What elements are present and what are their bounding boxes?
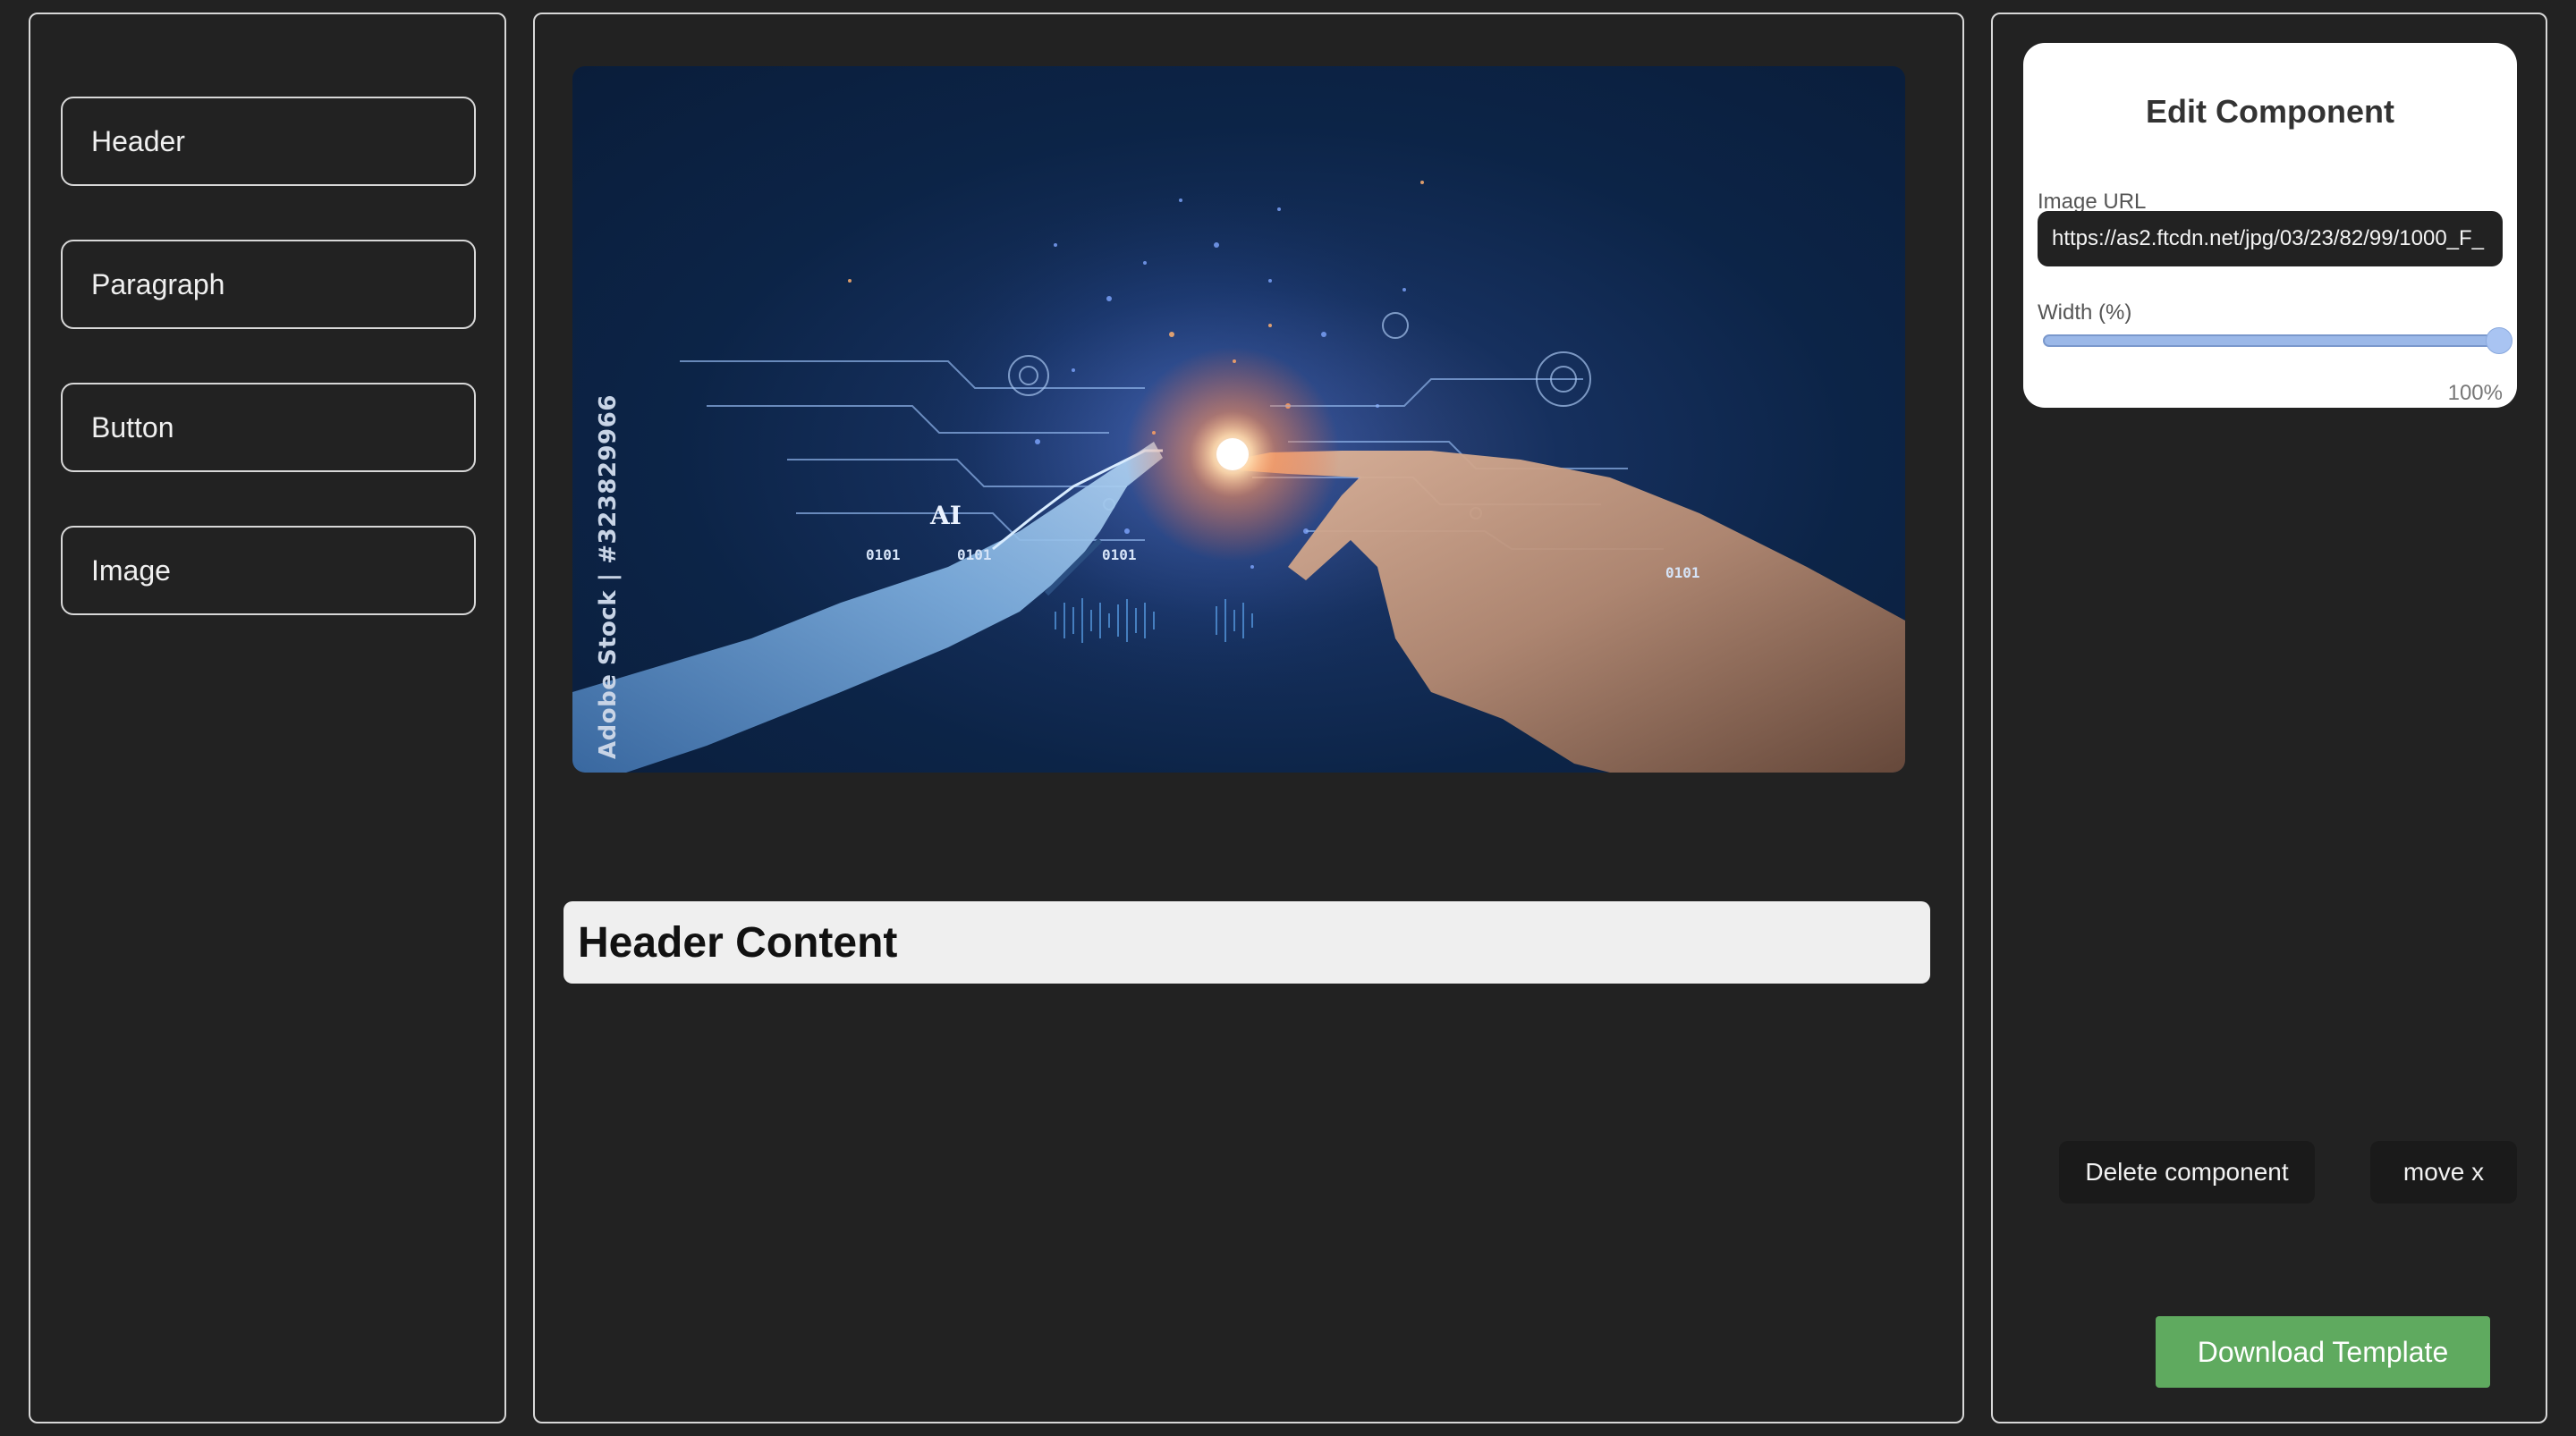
width-slider-thumb[interactable] bbox=[2486, 327, 2512, 354]
properties-panel: Edit Component Image URL https://as2.ftc… bbox=[1991, 13, 2547, 1423]
binary-label: 0101 bbox=[1665, 564, 1700, 581]
palette-item-label: Button bbox=[91, 410, 174, 443]
binary-label: 0101 bbox=[1102, 546, 1137, 563]
image-component[interactable]: AI 0101 0101 0101 0101 Adobe Stock | #32… bbox=[572, 66, 1905, 773]
download-template-button[interactable]: Download Template bbox=[2156, 1316, 2490, 1388]
component-palette: Header Paragraph Button Image bbox=[29, 13, 506, 1423]
image-url-input[interactable]: https://as2.ftcdn.net/jpg/03/23/82/99/10… bbox=[2038, 211, 2503, 266]
stock-watermark: Adobe Stock | #323829966 bbox=[595, 394, 622, 759]
binary-label: 0101 bbox=[866, 546, 901, 563]
palette-item-button[interactable]: Button bbox=[61, 383, 476, 472]
ai-overlay-text: AI bbox=[929, 501, 962, 530]
robot-human-hands-illustration: AI 0101 0101 0101 0101 bbox=[572, 181, 1905, 773]
binary-label: 0101 bbox=[957, 546, 992, 563]
width-slider[interactable] bbox=[2043, 334, 2499, 347]
move-button[interactable]: move x bbox=[2370, 1141, 2517, 1204]
width-label: Width (%) bbox=[2038, 300, 2132, 325]
palette-item-header[interactable]: Header bbox=[61, 97, 476, 186]
width-value: 100% bbox=[2447, 381, 2503, 405]
palette-item-paragraph[interactable]: Paragraph bbox=[61, 240, 476, 329]
palette-item-label: Header bbox=[91, 124, 185, 157]
delete-component-button[interactable]: Delete component bbox=[2059, 1141, 2315, 1204]
header-content-text: Header Content bbox=[578, 918, 898, 967]
header-component[interactable]: Header Content bbox=[564, 901, 1930, 984]
edit-component-card: Edit Component Image URL https://as2.ftc… bbox=[2023, 43, 2517, 408]
edit-component-title: Edit Component bbox=[2146, 93, 2394, 130]
palette-item-label: Image bbox=[91, 553, 171, 587]
palette-item-image[interactable]: Image bbox=[61, 526, 476, 615]
palette-item-label: Paragraph bbox=[91, 267, 225, 300]
template-canvas: AI 0101 0101 0101 0101 Adobe Stock | #32… bbox=[533, 13, 1964, 1423]
